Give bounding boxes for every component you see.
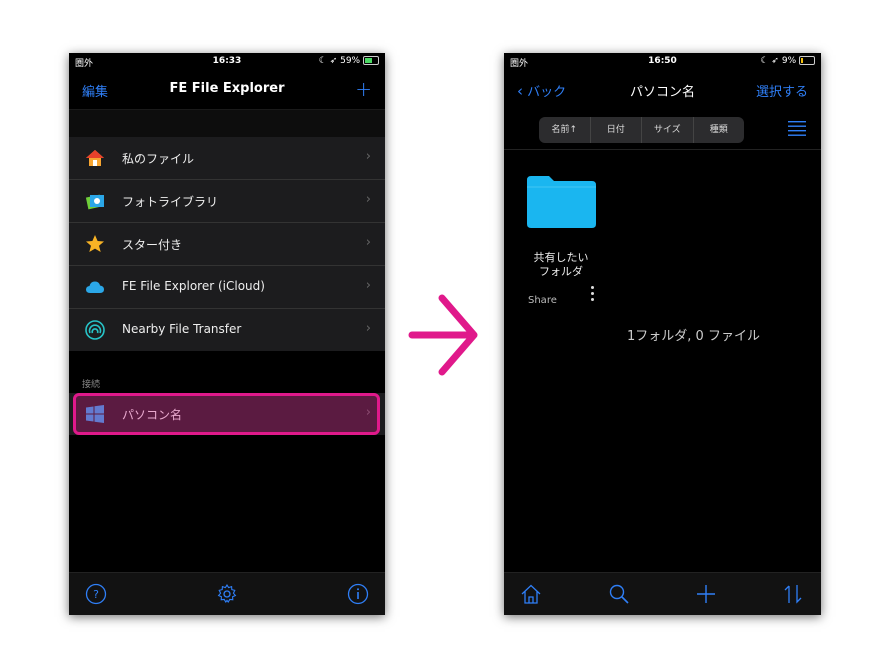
list-item-label: FE File Explorer (iCloud) bbox=[122, 279, 265, 293]
sort-type[interactable]: 種類 bbox=[694, 117, 745, 143]
svg-text:?: ? bbox=[93, 588, 99, 601]
chevron-right-icon: › bbox=[365, 278, 371, 293]
bottom-toolbar: ? bbox=[69, 572, 385, 615]
status-bar: 圏外 16:33 ☾ ➶ 59% bbox=[69, 53, 385, 71]
folder-share-label: Share bbox=[528, 295, 557, 306]
phone-right-screen: 圏外 16:50 ☾ ➶ 9% ‹ バック パソコン名 選択する 名前↑ 日付 … bbox=[504, 53, 821, 615]
folder-name-line1: 共有したい bbox=[533, 251, 589, 264]
cloud-icon bbox=[86, 281, 104, 293]
spacer bbox=[69, 109, 385, 138]
section-header: 接続 bbox=[82, 380, 101, 390]
nav-title: FE File Explorer bbox=[169, 81, 285, 96]
home-icon bbox=[86, 150, 104, 166]
list-item-nearby-transfer[interactable]: Nearby File Transfer › bbox=[69, 309, 385, 351]
chevron-right-icon: › bbox=[365, 321, 371, 336]
list-item-starred[interactable]: スター付き › bbox=[69, 223, 385, 266]
add-icon[interactable] bbox=[695, 583, 717, 605]
battery-icon bbox=[363, 56, 379, 65]
select-button[interactable]: 選択する bbox=[756, 81, 808, 100]
chevron-right-icon: › bbox=[365, 192, 371, 207]
add-button[interactable]: + bbox=[355, 77, 372, 101]
list-item-my-files[interactable]: 私のファイル › bbox=[69, 137, 385, 180]
photos-icon bbox=[85, 194, 104, 210]
search-icon[interactable] bbox=[608, 583, 630, 605]
list-item-label: 私のファイル bbox=[122, 152, 195, 166]
nav-bar: ‹ バック パソコン名 選択する bbox=[504, 71, 821, 109]
more-options-icon[interactable] bbox=[591, 286, 595, 304]
battery-icon bbox=[799, 56, 815, 65]
home-icon[interactable] bbox=[520, 583, 542, 605]
info-icon[interactable] bbox=[347, 583, 369, 605]
battery-percent: 9% bbox=[781, 56, 797, 66]
star-icon bbox=[86, 235, 104, 252]
list-item-icloud[interactable]: FE File Explorer (iCloud) › bbox=[69, 266, 385, 309]
folder-name[interactable]: 共有したい フォルダ bbox=[522, 251, 600, 279]
battery-percent: 59% bbox=[340, 56, 361, 66]
list-item-photo-library[interactable]: フォトライブラリ › bbox=[69, 180, 385, 223]
status-right: ☾ ➶ 9% bbox=[761, 56, 815, 66]
chevron-right-icon: › bbox=[365, 149, 371, 164]
status-right: ☾ ➶ 59% bbox=[319, 56, 379, 66]
folder-icon[interactable] bbox=[527, 176, 596, 228]
list-item-label: フォトライブラリ bbox=[122, 195, 219, 209]
sort-segmented-control: 名前↑ 日付 サイズ 種類 bbox=[539, 117, 744, 143]
nav-bar: 編集 FE File Explorer + bbox=[69, 71, 385, 109]
bottom-toolbar bbox=[504, 572, 821, 615]
phone-left-screen: 圏外 16:33 ☾ ➶ 59% 編集 FE File Explorer + 私… bbox=[69, 53, 385, 615]
status-bar: 圏外 16:50 ☾ ➶ 9% bbox=[504, 53, 821, 71]
sort-date[interactable]: 日付 bbox=[591, 117, 642, 143]
item-count: 1フォルダ, 0 ファイル bbox=[627, 329, 760, 344]
folder-name-line2: フォルダ bbox=[539, 265, 583, 278]
list-item-label: スター付き bbox=[122, 238, 183, 252]
sort-size[interactable]: サイズ bbox=[642, 117, 694, 143]
settings-icon[interactable] bbox=[216, 583, 238, 605]
nearby-transfer-icon bbox=[85, 320, 105, 340]
locations-list: 私のファイル › フォトライブラリ › スター付き › FE File Expl… bbox=[69, 137, 385, 351]
help-icon[interactable]: ? bbox=[85, 583, 107, 605]
list-view-icon[interactable] bbox=[788, 120, 806, 136]
list-item-label: Nearby File Transfer bbox=[122, 322, 242, 336]
selection-highlight bbox=[73, 393, 380, 435]
arrow-right-icon bbox=[408, 294, 478, 376]
sort-icon[interactable] bbox=[782, 583, 804, 605]
divider bbox=[504, 149, 821, 150]
chevron-right-icon: › bbox=[365, 235, 371, 250]
sort-name[interactable]: 名前↑ bbox=[539, 117, 591, 143]
